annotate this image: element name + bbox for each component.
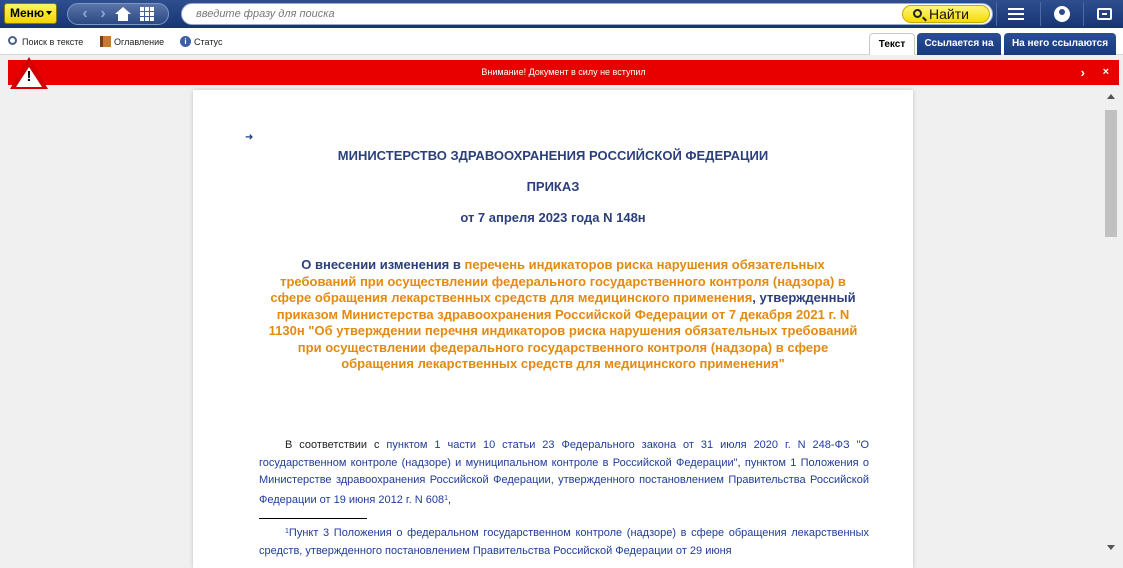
find-button[interactable]: Найти bbox=[902, 5, 990, 23]
chat-icon bbox=[1096, 8, 1112, 20]
navigation-group: ‹ › bbox=[67, 3, 169, 25]
document-area: ➜ МИНИСТЕРСТВО ЗДРАВООХРАНЕНИЯ РОССИЙСКО… bbox=[0, 90, 1104, 568]
scroll-down-icon[interactable] bbox=[1107, 545, 1115, 550]
caret-down-icon bbox=[46, 11, 53, 15]
footnote: 1Пункт 3 Положения о федеральном государ… bbox=[259, 523, 869, 560]
top-bar: Меню ‹ › Найти bbox=[0, 0, 1123, 28]
title-link-order[interactable]: приказом Министерства здравоохранения Ро… bbox=[269, 307, 858, 372]
magnifier-icon bbox=[8, 36, 17, 45]
warning-bar[interactable]: Внимание! Документ в силу не вступил › × bbox=[8, 60, 1119, 85]
title-text: О внесении изменения в bbox=[301, 257, 465, 272]
info-icon: i bbox=[180, 36, 191, 47]
search-in-text-button[interactable]: Поиск в тексте bbox=[8, 36, 83, 48]
scrollbar-thumb[interactable] bbox=[1105, 110, 1117, 237]
hamburger-menu-button[interactable] bbox=[996, 0, 1036, 28]
book-icon bbox=[100, 36, 111, 47]
body-text: В соответствии с bbox=[285, 439, 387, 451]
tab-referenced-by-label: На него ссылаются bbox=[1011, 38, 1109, 49]
arrow-right-icon[interactable]: ➜ bbox=[245, 132, 253, 143]
footnote-link[interactable]: Пункт 3 Положения о федеральном государс… bbox=[259, 527, 869, 557]
body-paragraph: В соответствии с пунктом 1 части 10 стат… bbox=[259, 437, 869, 509]
search-bar: Найти bbox=[181, 3, 993, 25]
document-page: ➜ МИНИСТЕРСТВО ЗДРАВООХРАНЕНИЯ РОССИЙСКО… bbox=[193, 90, 913, 568]
menu-button[interactable]: Меню bbox=[4, 3, 57, 24]
user-profile-button[interactable] bbox=[1042, 0, 1082, 28]
tab-text[interactable]: Текст bbox=[869, 33, 915, 55]
footnote-divider bbox=[259, 518, 367, 519]
warning-text: Внимание! Документ в силу не вступил bbox=[481, 67, 646, 77]
document-title: О внесении изменения в перечень индикато… bbox=[263, 257, 863, 373]
menu-button-label: Меню bbox=[10, 6, 45, 20]
contents-label: Оглавление bbox=[114, 37, 165, 47]
exclamation-icon: ! bbox=[26, 68, 32, 85]
home-icon[interactable] bbox=[112, 4, 134, 24]
status-label: Статус bbox=[194, 37, 223, 47]
body-text: , bbox=[737, 456, 745, 469]
document-date: от 7 апреля 2023 года N 148н bbox=[460, 210, 646, 225]
tab-references-to[interactable]: Ссылается на bbox=[917, 33, 1001, 55]
search-input[interactable] bbox=[196, 6, 896, 22]
user-icon bbox=[1054, 6, 1070, 22]
document-toolbar: Поиск в тексте Оглавление i Статус Текст… bbox=[0, 28, 1123, 55]
contents-button[interactable]: Оглавление bbox=[100, 36, 164, 48]
title-text: , утвержденный bbox=[752, 290, 856, 305]
forward-arrow-icon[interactable]: › bbox=[92, 4, 114, 24]
find-button-label: Найти bbox=[929, 6, 969, 22]
vertical-scrollbar[interactable] bbox=[1104, 90, 1118, 560]
tab-references-to-label: Ссылается на bbox=[924, 38, 994, 49]
tab-referenced-by[interactable]: На него ссылаются bbox=[1004, 33, 1116, 55]
ministry-heading: МИНИСТЕРСТВО ЗДРАВООХРАНЕНИЯ РОССИЙСКОЙ … bbox=[337, 148, 769, 163]
close-icon[interactable]: × bbox=[1103, 60, 1109, 85]
body-text: , bbox=[447, 493, 452, 506]
feedback-button[interactable] bbox=[1084, 0, 1123, 28]
hamburger-icon bbox=[1008, 5, 1024, 23]
divider bbox=[1040, 2, 1041, 26]
search-icon bbox=[913, 9, 922, 18]
tab-text-label: Текст bbox=[878, 39, 906, 50]
apps-grid-icon[interactable] bbox=[136, 4, 158, 24]
warning-banner: Внимание! Документ в силу не вступил › ×… bbox=[0, 56, 1123, 90]
chevron-right-icon[interactable]: › bbox=[1081, 60, 1085, 85]
scroll-up-icon[interactable] bbox=[1107, 94, 1115, 99]
search-in-text-label: Поиск в тексте bbox=[22, 37, 84, 47]
document-type: ПРИКАЗ bbox=[526, 179, 580, 194]
status-button[interactable]: i Статус bbox=[180, 36, 222, 48]
